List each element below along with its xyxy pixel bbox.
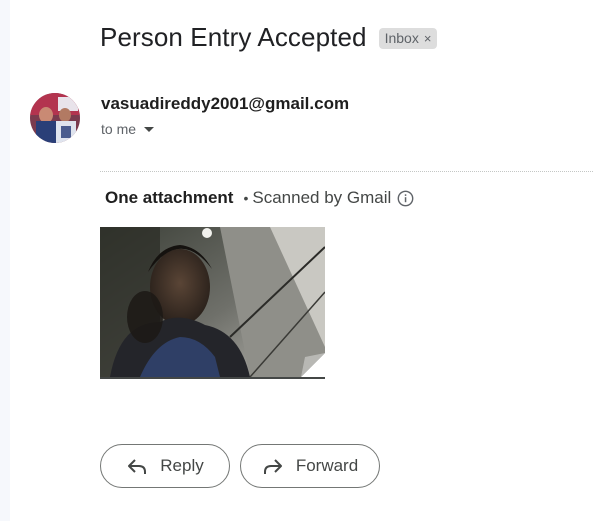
attachment-header: One attachment • Scanned by Gmail — [105, 188, 414, 208]
sender-avatar[interactable] — [30, 93, 80, 143]
info-icon[interactable] — [397, 190, 414, 207]
recipient-details-toggle[interactable]: to me — [101, 121, 155, 137]
sender-email[interactable]: vasuadireddy2001@gmail.com — [101, 94, 349, 114]
caret-down-icon[interactable] — [144, 127, 155, 132]
avatar-image — [30, 93, 80, 143]
reply-button[interactable]: Reply — [100, 444, 230, 488]
email-subject: Person Entry Accepted — [100, 22, 367, 52]
reply-arrow-icon — [126, 455, 148, 477]
email-view: Person Entry Accepted Inbox × vasuadired… — [0, 0, 593, 521]
forward-button[interactable]: Forward — [240, 444, 380, 488]
close-icon[interactable]: × — [424, 31, 432, 46]
scan-status: Scanned by Gmail — [252, 188, 392, 207]
label-chip-text: Inbox — [384, 30, 419, 46]
forward-label: Forward — [295, 456, 359, 475]
forward-arrow-icon — [262, 455, 284, 477]
attachment-divider — [100, 171, 593, 172]
subject-row: Person Entry Accepted Inbox × — [100, 22, 438, 53]
recipient-text: to me — [101, 121, 137, 137]
reply-label: Reply — [160, 456, 204, 475]
left-rail — [0, 0, 10, 521]
attachment-title: One attachment — [105, 188, 234, 207]
attachment-image — [100, 227, 325, 377]
inbox-label-chip[interactable]: Inbox × — [378, 28, 438, 49]
attachment-thumbnail[interactable] — [100, 227, 325, 379]
attachment-separator: • — [243, 190, 249, 206]
